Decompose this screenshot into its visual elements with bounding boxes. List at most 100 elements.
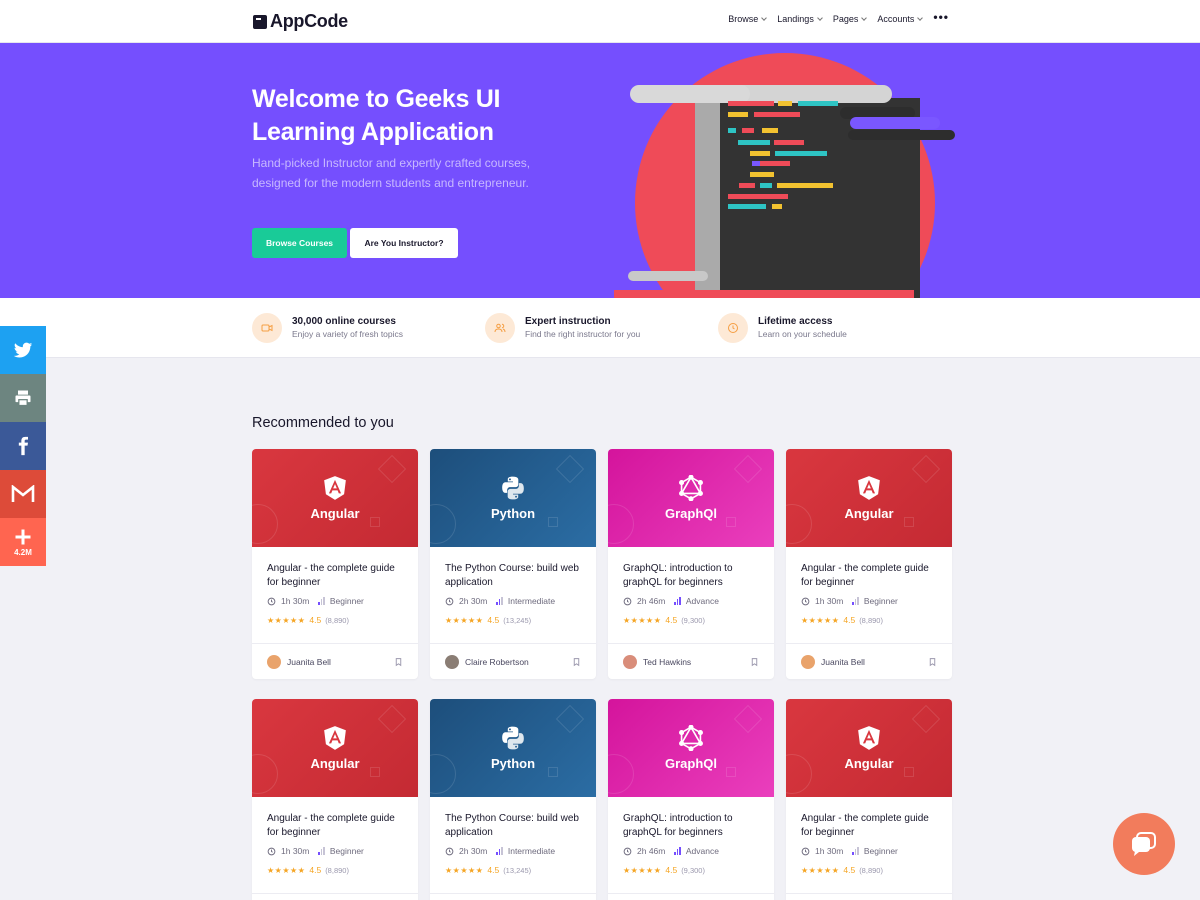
course-rating: ★★★★★ 4.5 (9,300): [623, 615, 759, 625]
course-title[interactable]: Angular - the complete guide for beginne…: [267, 812, 403, 840]
course-title[interactable]: Angular - the complete guide for beginne…: [801, 812, 937, 840]
course-thumbnail[interactable]: GraphQl: [608, 449, 774, 547]
course-author[interactable]: Juanita Bell: [267, 654, 331, 669]
course-author[interactable]: Claire Robertson: [445, 654, 529, 669]
are-you-instructor-button[interactable]: Are You Instructor?: [350, 228, 458, 258]
course-card[interactable]: GraphQl GraphQL: introduction to graphQL …: [608, 449, 774, 679]
bookmark-icon[interactable]: [750, 657, 759, 667]
course-thumbnail[interactable]: Angular: [786, 449, 952, 547]
course-rating: ★★★★★ 4.5 (8,890): [267, 865, 403, 875]
star-rating-icon: ★★★★★: [445, 865, 484, 875]
clock-icon: [623, 847, 632, 855]
star-rating-icon: ★★★★★: [267, 615, 306, 625]
nav-pages-label: Pages: [832, 14, 859, 24]
clock-icon: [267, 847, 276, 855]
clock-icon: [445, 847, 454, 855]
course-author[interactable]: Ted Hawkins: [623, 654, 691, 669]
thumbnail-label: GraphQl: [664, 506, 717, 521]
star-rating-icon: ★★★★★: [623, 615, 662, 625]
thumbnail-label: Angular: [310, 506, 360, 521]
nav-browse[interactable]: Browse: [728, 14, 768, 24]
course-card[interactable]: Angular Angular - the complete guide for …: [252, 699, 418, 900]
bookmark-icon[interactable]: [394, 657, 403, 667]
more-dots-icon[interactable]: •••: [933, 10, 949, 24]
feature-title: Expert instruction: [525, 316, 611, 327]
course-duration: 2h 30m: [459, 596, 488, 606]
print-share-button[interactable]: [0, 374, 46, 422]
course-card[interactable]: Angular Angular - the complete guide for …: [252, 449, 418, 679]
twitter-share-button[interactable]: [0, 326, 46, 374]
star-rating-icon: ★★★★★: [623, 865, 662, 875]
level-bars-icon: [674, 846, 681, 855]
nav-accounts[interactable]: Accounts: [877, 14, 924, 24]
facebook-icon: [18, 436, 28, 456]
card-body: GraphQL: introduction to graphQL for beg…: [608, 547, 774, 643]
card-body: Angular - the complete guide for beginne…: [786, 797, 952, 893]
course-rating: ★★★★★ 4.5 (8,890): [801, 865, 937, 875]
star-rating-icon: ★★★★★: [267, 865, 306, 875]
nav-pages[interactable]: Pages: [832, 14, 868, 24]
card-footer: [608, 893, 774, 900]
gmail-share-button[interactable]: [0, 470, 46, 518]
logo[interactable]: AppCode: [253, 11, 348, 32]
course-card[interactable]: Python The Python Course: build web appli…: [430, 449, 596, 679]
level-bars-icon: [496, 846, 503, 855]
thumbnail-label: Angular: [310, 756, 360, 771]
facebook-share-button[interactable]: [0, 422, 46, 470]
browse-courses-button[interactable]: Browse Courses: [252, 228, 347, 258]
rating-count: (8,890): [325, 615, 349, 625]
bookmark-icon[interactable]: [928, 657, 937, 667]
course-card[interactable]: GraphQl GraphQL: introduction to graphQL …: [608, 699, 774, 900]
course-level: Beginner: [329, 846, 364, 856]
rating-count: (9,300): [681, 615, 705, 625]
course-card[interactable]: Python The Python Course: build web appli…: [430, 699, 596, 900]
course-thumbnail[interactable]: Angular: [786, 699, 952, 797]
author-name: Juanita Bell: [821, 656, 865, 667]
course-card[interactable]: Angular Angular - the complete guide for …: [786, 699, 952, 900]
course-title[interactable]: GraphQL: introduction to graphQL for beg…: [623, 812, 759, 840]
features-bar: 30,000 online courses Enjoy a variety of…: [0, 298, 1200, 358]
thumbnail-label: Angular: [844, 506, 894, 521]
bookmark-icon[interactable]: [572, 657, 581, 667]
card-footer: Juanita Bell: [786, 643, 952, 679]
hero-subtitle: Hand-picked Instructor and expertly craf…: [252, 156, 531, 190]
course-duration: 1h 30m: [281, 596, 310, 606]
course-thumbnail[interactable]: Angular: [252, 449, 418, 547]
more-share-button[interactable]: 4.2M: [0, 518, 46, 566]
course-title[interactable]: The Python Course: build web application: [445, 812, 581, 840]
course-title[interactable]: Angular - the complete guide for beginne…: [267, 562, 403, 590]
rating-count: (8,890): [325, 865, 349, 875]
course-author[interactable]: Juanita Bell: [801, 654, 865, 669]
angular-logo-icon: [856, 475, 882, 501]
course-title[interactable]: GraphQL: introduction to graphQL for beg…: [623, 562, 759, 590]
course-title[interactable]: Angular - the complete guide for beginne…: [801, 562, 937, 590]
chat-widget-button[interactable]: [1113, 813, 1175, 875]
feature-subtitle: Find the right instructor for you: [525, 329, 641, 339]
course-thumbnail[interactable]: Angular: [252, 699, 418, 797]
star-rating-icon: ★★★★★: [445, 615, 484, 625]
top-navbar: AppCode Browse Landings Pages Accounts •…: [0, 0, 1200, 43]
logo-text: AppCode: [270, 11, 348, 31]
rating-count: (8,890): [859, 615, 883, 625]
twitter-icon: [13, 342, 33, 358]
card-footer: [430, 893, 596, 900]
clock-icon: [267, 597, 276, 605]
course-card[interactable]: Angular Angular - the complete guide for …: [786, 449, 952, 679]
rating-count: (8,890): [859, 865, 883, 875]
python-logo-icon: [500, 725, 526, 751]
nav-browse-label: Browse: [728, 14, 759, 24]
course-title[interactable]: The Python Course: build web application: [445, 562, 581, 590]
course-thumbnail[interactable]: GraphQl: [608, 699, 774, 797]
course-thumbnail[interactable]: Python: [430, 449, 596, 547]
course-level: Advance: [685, 596, 719, 606]
rating-value: 4.5: [843, 865, 856, 875]
course-rating: ★★★★★ 4.5 (8,890): [267, 615, 403, 625]
thumbnail-label: Python: [490, 506, 536, 521]
course-thumbnail[interactable]: Python: [430, 699, 596, 797]
card-body: The Python Course: build web application…: [430, 547, 596, 643]
nav-landings[interactable]: Landings: [777, 14, 823, 24]
rating-count: (13,245): [503, 615, 532, 625]
hero-title: Welcome to Geeks UI Learning Application: [252, 85, 501, 146]
feature-title: Lifetime access: [758, 316, 833, 327]
feature-lifetime-access: Lifetime access Learn on your schedule: [718, 313, 847, 343]
